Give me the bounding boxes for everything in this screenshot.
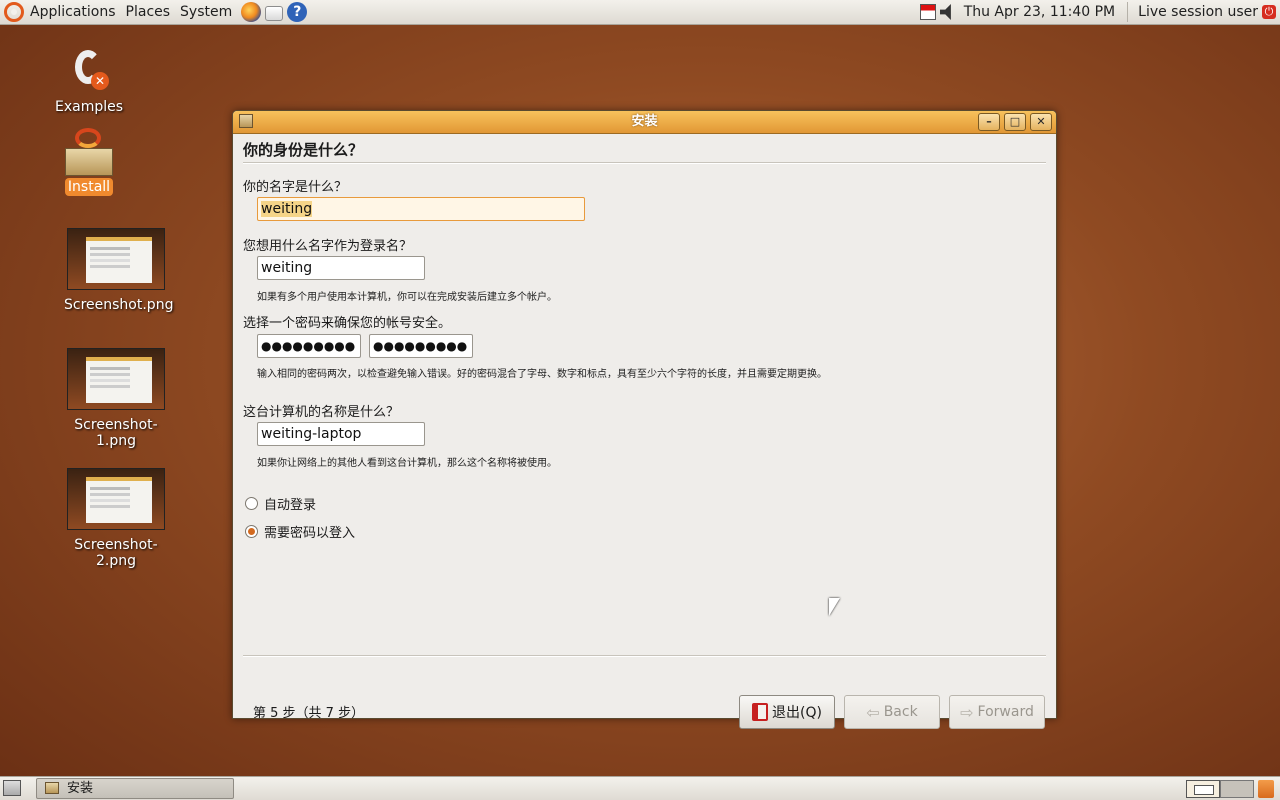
- step-indicator: 第 5 步（共 7 步）: [253, 706, 365, 721]
- desktop-icon-examples[interactable]: ✕ Examples: [34, 48, 144, 116]
- trash-icon[interactable]: [1258, 780, 1274, 798]
- workspace-1[interactable]: [1186, 780, 1220, 798]
- help-icon[interactable]: ?: [287, 2, 308, 22]
- image-thumbnail-icon: [67, 468, 165, 530]
- installer-window: 安装 – □ ✕ 你的身份是什么？ 你的名字是什么？ weiting 您想用什么…: [232, 110, 1057, 729]
- require-password-label: 需要密码以登入: [264, 526, 356, 541]
- back-button-label: Back: [883, 704, 918, 720]
- mail-icon[interactable]: [265, 5, 284, 21]
- workspace-2[interactable]: [1220, 780, 1254, 798]
- installer-icon: [45, 782, 59, 794]
- login-label: 您想用什么名字作为登录名？: [243, 239, 413, 254]
- desktop-icon-screenshot[interactable]: Screenshot.png: [61, 228, 173, 314]
- desktop-icon-label: Screenshot-2.png: [74, 537, 158, 569]
- require-password-radio[interactable]: 需要密码以登入: [245, 522, 355, 541]
- quit-button[interactable]: 退出(Q): [739, 695, 835, 729]
- back-arrow-icon: ⇦: [866, 702, 880, 722]
- installer-icon: [239, 114, 253, 128]
- quit-icon: [752, 703, 769, 721]
- clock[interactable]: Thu Apr 23, 11:40 PM: [958, 4, 1123, 20]
- taskbar-item-label: 安装: [67, 781, 94, 796]
- page-title: 你的身份是什么？: [243, 141, 364, 159]
- firefox-icon[interactable]: [241, 2, 262, 22]
- desktop-icon-label: Install: [64, 178, 114, 196]
- password-hint: 输入相同的密码两次，以检查避免输入错误。好的密码混合了字母、数字和标点，具有至少…: [257, 369, 827, 380]
- session-menu[interactable]: Live session user: [1132, 4, 1262, 20]
- installer-content: 你的身份是什么？ 你的名字是什么？ weiting 您想用什么名字作为登录名？ …: [243, 133, 1046, 729]
- divider: [243, 162, 1046, 164]
- name-field[interactable]: weiting: [257, 197, 585, 221]
- quit-button-label: 退出(Q): [772, 705, 822, 721]
- name-label: 你的名字是什么？: [243, 180, 348, 195]
- forward-arrow-icon: ⇨: [960, 702, 974, 722]
- forward-button[interactable]: ⇨ Forward: [949, 695, 1045, 729]
- radio-off-icon: [245, 497, 258, 510]
- name-field-value: weiting: [261, 201, 313, 217]
- top-panel: Applications Places System ? Thu Apr 23,…: [0, 0, 1280, 25]
- applications-menu-label: Applications: [30, 4, 116, 20]
- maximize-icon[interactable]: □: [1004, 113, 1026, 131]
- divider: [243, 655, 1046, 657]
- auto-login-label: 自动登录: [264, 498, 317, 513]
- network-icon[interactable]: [919, 4, 936, 20]
- ubuntu-logo-icon: [4, 2, 24, 22]
- back-button[interactable]: ⇦ Back: [844, 695, 940, 729]
- panel-separator: [1127, 2, 1129, 22]
- auto-login-radio[interactable]: 自动登录: [245, 494, 316, 513]
- forward-button-label: Forward: [977, 704, 1034, 720]
- login-hint: 如果有多个用户使用本计算机，你可以在完成安装后建立多个帐户。: [257, 292, 557, 303]
- radio-on-icon: [245, 525, 258, 538]
- power-icon[interactable]: ⏻: [1262, 5, 1276, 19]
- desktop-icon-screenshot-2[interactable]: Screenshot-2.png: [61, 468, 171, 570]
- places-menu[interactable]: Places: [121, 0, 176, 24]
- hostname-hint: 如果你让网络上的其他人看到这台计算机，那么这个名称将被使用。: [257, 458, 557, 469]
- install-icon: [65, 128, 113, 176]
- desktop-icon-install[interactable]: Install: [34, 128, 144, 196]
- hostname-field[interactable]: weiting-laptop: [257, 422, 425, 446]
- taskbar-item-installer[interactable]: 安装: [36, 778, 234, 799]
- show-desktop-icon[interactable]: [3, 780, 21, 796]
- mouse-cursor-icon: [829, 598, 840, 616]
- confirm-password-field[interactable]: ●●●●●●●●●: [369, 334, 473, 358]
- desktop-icon-label: Screenshot.png: [64, 297, 174, 313]
- bottom-panel: 安装: [0, 776, 1280, 800]
- system-menu[interactable]: System: [175, 0, 237, 24]
- desktop-icon-screenshot-1[interactable]: Screenshot-1.png: [61, 348, 171, 450]
- window-titlebar[interactable]: 安装 – □ ✕: [233, 111, 1056, 134]
- password-field[interactable]: ●●●●●●●●●: [257, 334, 361, 358]
- desktop-icon-label: Examples: [54, 99, 124, 115]
- window-title: 安装: [631, 114, 658, 129]
- password-label: 选择一个密码来确保您的帐号安全。: [243, 316, 452, 331]
- desktop-icon-label: Screenshot-1.png: [74, 417, 158, 449]
- close-icon[interactable]: ✕: [1030, 113, 1052, 131]
- examples-icon: ✕: [69, 48, 109, 92]
- image-thumbnail-icon: [67, 348, 165, 410]
- volume-icon[interactable]: [939, 4, 951, 20]
- image-thumbnail-icon: [67, 228, 165, 290]
- hostname-label: 这台计算机的名称是什么？: [243, 405, 400, 420]
- applications-menu[interactable]: Applications: [0, 0, 121, 24]
- login-field[interactable]: weiting: [257, 256, 425, 280]
- minimize-icon[interactable]: –: [978, 113, 1000, 131]
